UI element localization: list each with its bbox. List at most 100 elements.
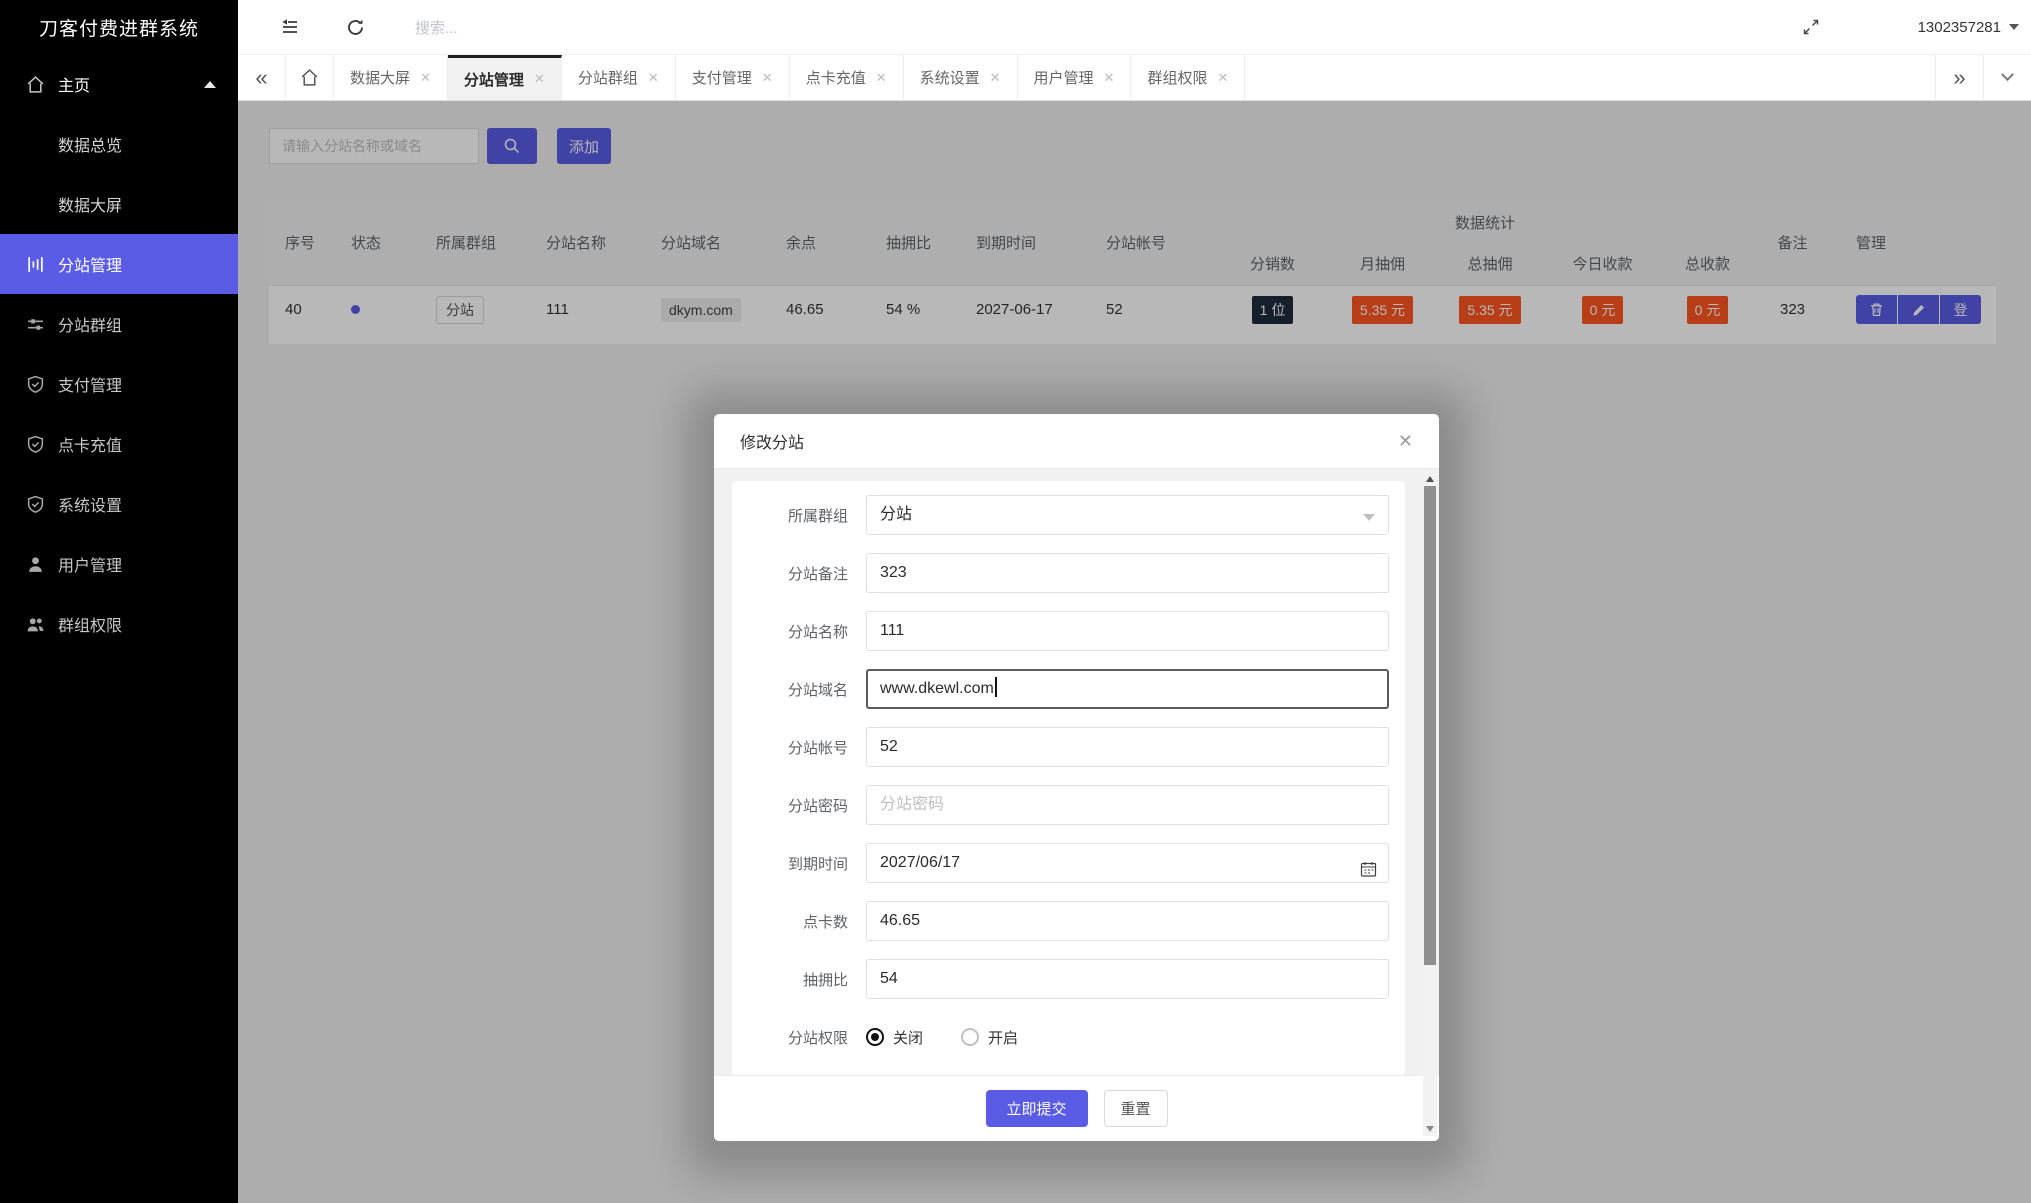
tab-pay-manage[interactable]: 支付管理 ✕ bbox=[676, 55, 790, 100]
tab-site-group[interactable]: 分站群组 ✕ bbox=[562, 55, 676, 100]
close-icon[interactable]: ✕ bbox=[420, 70, 431, 86]
scroll-up-arrow[interactable] bbox=[1423, 471, 1437, 486]
reset-button[interactable]: 重置 bbox=[1103, 1090, 1168, 1127]
form-row-expire-time: 到期时间 2027/06/17 bbox=[732, 843, 1389, 883]
home-tab[interactable] bbox=[286, 55, 334, 100]
caret-down-icon bbox=[2009, 24, 2019, 30]
group-select[interactable]: 分站 bbox=[866, 495, 1389, 535]
close-icon[interactable]: ✕ bbox=[534, 71, 545, 87]
tabbar: « 数据大屏 ✕ 分站管理 ✕ 分站群组 ✕ 支付管理 ✕ 点卡充值 ✕ 系统设… bbox=[238, 54, 2031, 101]
tabs-scroll-left-button[interactable]: « bbox=[238, 55, 286, 100]
sidebar-item-data-overview[interactable]: 数据总览 bbox=[0, 114, 238, 174]
modal-form: 所属群组 分站 分站备注 323 分站名称 111 分站域名 www.dkewl… bbox=[732, 481, 1405, 1075]
sidebar-item-pay-manage[interactable]: 支付管理 bbox=[0, 354, 238, 414]
submit-button[interactable]: 立即提交 bbox=[985, 1090, 1088, 1127]
tab-user-manage[interactable]: 用户管理 ✕ bbox=[1018, 55, 1132, 100]
tabs-scroll-right-button[interactable]: » bbox=[1935, 55, 1983, 100]
shield-check-icon bbox=[24, 373, 46, 395]
sidebar-item-user-manage[interactable]: 用户管理 bbox=[0, 534, 238, 594]
chevron-down-icon bbox=[1363, 514, 1375, 521]
radio-unselected-icon bbox=[961, 1028, 980, 1046]
tab-label: 分站管理 bbox=[463, 71, 524, 89]
close-icon[interactable]: ✕ bbox=[876, 70, 887, 86]
modal-body: 所属群组 分站 分站备注 323 分站名称 111 分站域名 www.dkewl… bbox=[714, 469, 1439, 1075]
form-row-site-password: 分站密码 分站密码 bbox=[732, 785, 1389, 825]
tab-label: 分站群组 bbox=[577, 70, 638, 87]
tab-label: 用户管理 bbox=[1033, 70, 1094, 87]
content-area: 请输入分站名称或域名 添加 序号 状态 所属群组 分站名称 分站域名 余点 抽拥… bbox=[238, 101, 2031, 1203]
remark-field[interactable]: 323 bbox=[866, 553, 1389, 593]
field-value: 323 bbox=[880, 564, 907, 581]
sidebar-item-system-settings[interactable]: 系统设置 bbox=[0, 474, 238, 534]
form-row-site-account: 分站帐号 52 bbox=[732, 727, 1389, 767]
close-icon[interactable]: ✕ bbox=[648, 70, 659, 86]
tab-system-settings[interactable]: 系统设置 ✕ bbox=[904, 55, 1018, 100]
collapse-arrow-icon bbox=[204, 80, 216, 88]
form-row-site-permission: 分站权限 关闭 开启 bbox=[732, 1017, 1389, 1057]
collapse-menu-icon[interactable] bbox=[278, 15, 302, 39]
field-value: 52 bbox=[880, 738, 898, 755]
sidebar: 刀客付费进群系统 主页 数据总览 数据大屏 分站管理 分站群组 支付管理 点卡充… bbox=[0, 0, 238, 1203]
calendar-icon[interactable] bbox=[1360, 855, 1377, 882]
close-icon[interactable]: ✕ bbox=[1398, 432, 1413, 450]
tab-label: 点卡充值 bbox=[805, 70, 866, 87]
radio-off[interactable]: 关闭 bbox=[866, 1027, 923, 1048]
form-row-card-points: 点卡数 46.65 bbox=[732, 901, 1389, 941]
sidebar-item-home[interactable]: 主页 bbox=[0, 54, 238, 114]
topbar: 搜索... 1302357281 bbox=[238, 0, 2031, 54]
shield-check-icon bbox=[24, 493, 46, 515]
radio-on[interactable]: 开启 bbox=[961, 1027, 1018, 1048]
app-title: 刀客付费进群系统 bbox=[38, 18, 199, 40]
scroll-down-arrow[interactable] bbox=[1423, 1121, 1437, 1136]
user-menu[interactable]: 1302357281 bbox=[1918, 19, 2019, 36]
site-manage-icon bbox=[24, 253, 46, 275]
modal-footer: 立即提交 重置 bbox=[714, 1075, 1439, 1141]
radio-label: 开启 bbox=[988, 1029, 1019, 1047]
site-account-field[interactable]: 52 bbox=[866, 727, 1389, 767]
refresh-icon[interactable] bbox=[343, 15, 367, 39]
sidebar-item-label: 主页 bbox=[58, 78, 91, 95]
sidebar-item-site-group[interactable]: 分站群组 bbox=[0, 294, 238, 354]
tab-label: 系统设置 bbox=[919, 70, 980, 87]
tab-site-manage[interactable]: 分站管理 ✕ bbox=[447, 55, 562, 100]
sidebar-item-label: 群组权限 bbox=[58, 618, 123, 635]
field-label: 到期时间 bbox=[787, 855, 848, 873]
field-label: 分站名称 bbox=[787, 623, 848, 641]
chevron-down-icon bbox=[2001, 68, 2014, 82]
sidebar-item-data-screen[interactable]: 数据大屏 bbox=[0, 174, 238, 234]
form-row-remark: 分站备注 323 bbox=[732, 553, 1389, 593]
close-icon[interactable]: ✕ bbox=[762, 70, 773, 86]
global-search-input[interactable]: 搜索... bbox=[415, 17, 675, 38]
modal-scrollbar[interactable] bbox=[1423, 471, 1437, 1136]
field-label: 分站域名 bbox=[787, 681, 848, 699]
sidebar-item-label: 系统设置 bbox=[58, 498, 123, 515]
field-label: 所属群组 bbox=[787, 507, 848, 525]
tabs-menu-button[interactable] bbox=[1983, 55, 2031, 100]
form-row-commission-rate: 抽拥比 54 bbox=[732, 959, 1389, 999]
topbar-right: 1302357281 bbox=[1799, 15, 2019, 39]
close-icon[interactable]: ✕ bbox=[1217, 70, 1228, 86]
sidebar-item-group-permission[interactable]: 群组权限 bbox=[0, 594, 238, 654]
site-domain-field[interactable]: www.dkewl.com bbox=[866, 669, 1389, 709]
site-name-field[interactable]: 111 bbox=[866, 611, 1389, 651]
fullscreen-icon[interactable] bbox=[1799, 15, 1823, 39]
close-icon[interactable]: ✕ bbox=[990, 70, 1001, 86]
tab-card-recharge[interactable]: 点卡充值 ✕ bbox=[790, 55, 904, 100]
site-password-field[interactable]: 分站密码 bbox=[866, 785, 1389, 825]
expire-date-field[interactable]: 2027/06/17 bbox=[866, 843, 1389, 883]
commission-rate-field[interactable]: 54 bbox=[866, 959, 1389, 999]
field-value: 54 bbox=[880, 970, 898, 987]
home-icon bbox=[301, 69, 318, 86]
close-icon[interactable]: ✕ bbox=[1104, 70, 1115, 86]
scrollbar-thumb[interactable] bbox=[1424, 486, 1436, 965]
tab-group-permission[interactable]: 群组权限 ✕ bbox=[1131, 55, 1246, 100]
tab-data-screen[interactable]: 数据大屏 ✕ bbox=[334, 55, 448, 100]
field-label: 点卡数 bbox=[802, 913, 848, 931]
edit-site-modal: 修改分站 ✕ 所属群组 分站 分站备注 323 分站名称 111 分站域名 ww… bbox=[714, 414, 1439, 1141]
sidebar-item-site-manage[interactable]: 分站管理 bbox=[0, 234, 238, 294]
field-label: 分站权限 bbox=[787, 1029, 848, 1047]
users-icon bbox=[24, 613, 46, 635]
select-value: 分站 bbox=[880, 506, 913, 523]
card-points-field[interactable]: 46.65 bbox=[866, 901, 1389, 941]
sidebar-item-card-recharge[interactable]: 点卡充值 bbox=[0, 414, 238, 474]
